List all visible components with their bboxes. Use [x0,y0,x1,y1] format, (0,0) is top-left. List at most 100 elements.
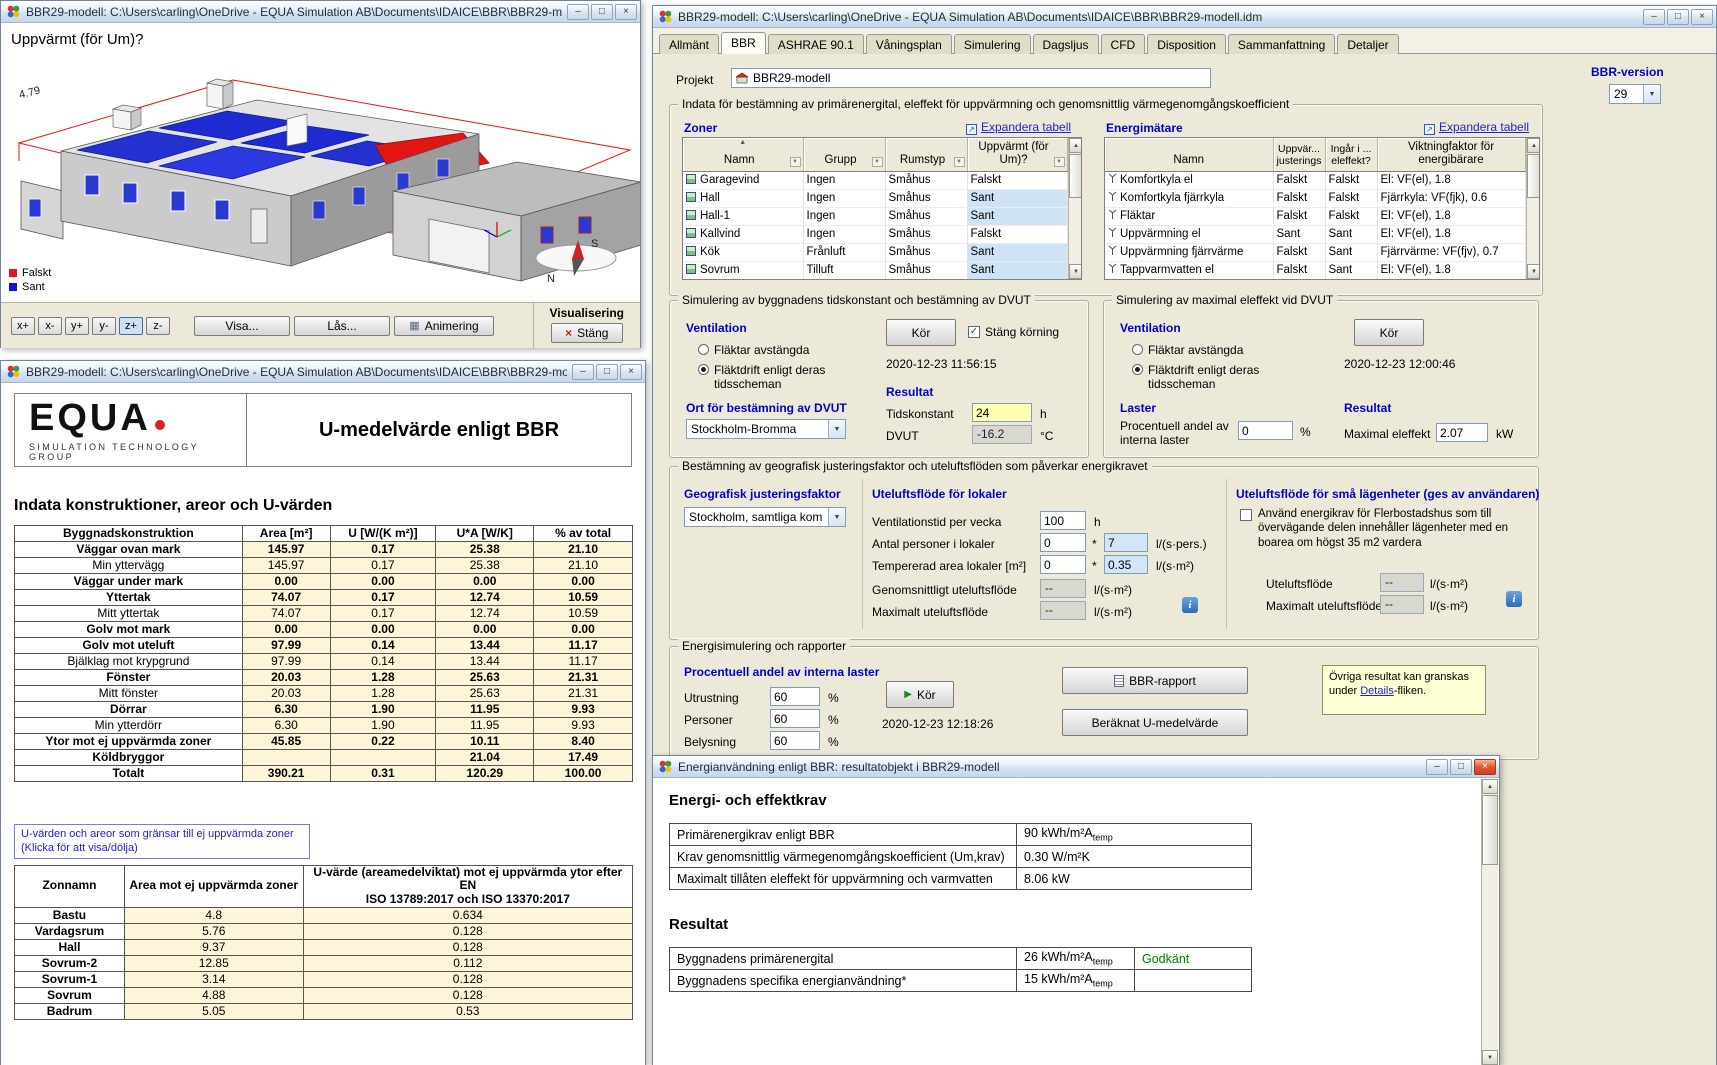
radio-flaktar-avstangda[interactable]: Fläktar avstängda [1132,343,1243,357]
projekt-field[interactable]: BBR29-modell [731,68,1211,88]
matare-col-justering[interactable]: Uppvär... justerings [1273,138,1326,172]
sma-lagenheter-checkbox[interactable]: Använd energikrav för Flerbostadshus som… [1240,507,1532,550]
personer-field[interactable] [770,709,820,728]
tab-detaljer[interactable]: Detaljer [1337,34,1399,54]
ventilationstid-field[interactable] [1040,511,1086,530]
titlebar-report[interactable]: BBR29-modell: C:\Users\carling\OneDrive … [1,361,645,383]
personer-flode-field[interactable] [1104,533,1148,552]
filter-icon[interactable]: ▼ [789,156,801,167]
stang-button[interactable]: × Stäng [550,323,623,343]
maximize-button[interactable]: □ [591,3,613,20]
matare-col-namn[interactable]: Namn [1105,138,1274,172]
zoner-expand-link[interactable]: ↗ Expandera tabell [966,120,1071,135]
tab-allm-nt[interactable]: Allmänt [659,34,720,54]
bbr-version-dropdown[interactable]: 29 ▼ [1609,84,1661,104]
model-3d-canvas[interactable]: S N Uppvärmt (för Um)? 4.79 Falskt Sant [1,23,640,303]
filter-icon[interactable]: ▼ [1053,156,1065,167]
scroll-up-icon[interactable]: ▲ [1526,138,1539,153]
tab-disposition[interactable]: Disposition [1147,34,1226,54]
info-icon[interactable]: i [1506,591,1522,607]
tab-simulering[interactable]: Simulering [953,34,1031,54]
ort-dvut-dropdown[interactable]: Stockholm-Bromma ▼ [686,419,846,439]
titlebar-energianvandning[interactable]: Energianvändning enligt BBR: resultatobj… [653,756,1499,778]
kor-eleffekt-button[interactable]: Kör [1354,319,1424,346]
minimize-button[interactable]: – [567,3,589,20]
axis-button-y-minusplus[interactable]: y+ [65,316,89,335]
zoner-col-uppvarmt[interactable]: Uppvärmt (för Um)? ▼ [967,138,1068,172]
scroll-thumb[interactable] [1482,795,1498,865]
radio-flaktdrift-tidsscheman[interactable]: Fläktdrift enligt deras tidsscheman [698,363,864,391]
zon-row[interactable]: Hall-1 Ingen Småhus Sant [683,207,1068,226]
beraknat-u-medelvarde-button[interactable]: Beräknat U-medelvärde [1062,709,1248,736]
andel-interna-laster-field[interactable] [1238,421,1293,440]
bbr-rapport-button[interactable]: BBR-rapport [1062,667,1248,694]
close-button[interactable]: × [615,3,637,20]
details-link[interactable]: Details [1360,685,1394,697]
minimize-button[interactable]: – [572,363,594,380]
energimatare-scrollbar[interactable]: ▲ ▼ [1525,138,1539,279]
scroll-down-icon[interactable]: ▼ [1482,1050,1498,1065]
utrustning-field[interactable] [770,687,820,706]
radio-flaktar-avstangda[interactable]: Fläktar avstängda [698,343,809,357]
scroll-down-icon[interactable]: ▼ [1068,264,1081,279]
zoner-col-grupp[interactable]: Grupp ▼ [803,138,886,172]
zoner-scrollbar[interactable]: ▲ ▼ [1067,138,1081,279]
tab-v-ningsplan[interactable]: Våningsplan [865,34,952,54]
zon-row[interactable]: Sovrum Tilluft Småhus Sant [683,261,1068,279]
titlebar-3d-viewer[interactable]: BBR29-modell: C:\Users\carling\OneDrive … [1,1,640,23]
minimize-button[interactable]: – [1643,8,1665,25]
radio-flaktdrift-tidsscheman[interactable]: Fläktdrift enligt deras tidsscheman [1132,363,1298,391]
axis-button-x-minusplus[interactable]: x+ [11,316,35,335]
scroll-up-icon[interactable]: ▲ [1482,779,1498,794]
zon-row[interactable]: Kök Frånluft Småhus Sant [683,243,1068,262]
scroll-up-icon[interactable]: ▲ [1068,138,1081,153]
las-button[interactable]: Lås... [294,315,390,336]
matare-row[interactable]: Fläktar Falskt Falskt El: VF(el), 1.8 [1105,207,1526,226]
scroll-down-icon[interactable]: ▼ [1526,264,1539,279]
visa-button[interactable]: Visa... [194,315,290,336]
matare-row[interactable]: Komfortkyla el Falskt Falskt El: VF(el), 1.… [1105,171,1526,190]
close-button[interactable]: × [1474,758,1496,775]
zon-row[interactable]: Garagevind Ingen Småhus Falskt [683,171,1068,190]
zon-row[interactable]: Hall Ingen Småhus Sant [683,189,1068,208]
tempererad-area-field[interactable] [1040,555,1086,574]
matare-row[interactable]: Komfortkyla fjärrkyla Falskt Falskt Fjärrky… [1105,189,1526,208]
animering-button[interactable]: ▦ Animering [394,315,494,336]
zoner-col-namn[interactable]: ▲ Namn ▼ [683,138,804,172]
scroll-thumb[interactable] [1068,154,1081,198]
tab-bbr[interactable]: BBR [721,32,766,54]
matare-col-viktning[interactable]: Viktningfaktor för energibärare [1377,138,1526,172]
area-flode-field[interactable] [1104,555,1148,574]
matare-row[interactable]: Uppvärmning el Sant Sant El: VF(el), 1.8 [1105,225,1526,244]
energimatare-expand-label[interactable]: Expandera tabell [1439,120,1529,134]
zoner-col-rumstyp[interactable]: Rumstyp ▼ [885,138,968,172]
matare-row[interactable]: Tappvarmvatten el Falskt Sant El: VF(el), 1… [1105,261,1526,279]
tidskonstant-field[interactable] [972,403,1032,422]
tab-cfd[interactable]: CFD [1100,34,1146,54]
matare-row[interactable]: Uppvärmning fjärrvärme Falskt Sant Fjärrvär… [1105,243,1526,262]
belysning-field[interactable] [770,731,820,750]
close-button[interactable]: × [620,363,642,380]
close-button[interactable]: × [1691,8,1713,25]
axis-button-y-minus[interactable]: y- [92,316,116,335]
zon-row[interactable]: Kallvind Ingen Småhus Falskt [683,225,1068,244]
kor-tidskonstant-button[interactable]: Kör [886,319,956,346]
zoner-expand-label[interactable]: Expandera tabell [981,120,1071,134]
maximize-button[interactable]: □ [1667,8,1689,25]
matare-col-eleffekt[interactable]: Ingår i ... eleffekt? [1325,138,1378,172]
axis-button-x-minus[interactable]: x- [38,316,62,335]
energy-scrollbar[interactable]: ▲ ▼ [1481,779,1498,1065]
axis-button-z-minusplus[interactable]: z+ [119,316,143,335]
kor-energisimulering-button[interactable]: ▶ Kör [886,681,954,708]
tab-ashrae-90-1[interactable]: ASHRAE 90.1 [767,34,864,54]
tab-dagsljus[interactable]: Dagsljus [1032,34,1099,54]
energimatare-expand-link[interactable]: ↗ Expandera tabell [1424,120,1529,135]
toggle-unheated-zones-note[interactable]: U-värden och areor som gränsar till ej u… [14,824,310,859]
tab-sammanfattning[interactable]: Sammanfattning [1227,34,1336,54]
maximize-button[interactable]: □ [1450,758,1472,775]
antal-personer-field[interactable] [1040,533,1086,552]
stang-korning-checkbox[interactable]: ✓ Stäng körning [968,325,1059,339]
info-icon[interactable]: i [1182,597,1198,613]
maximize-button[interactable]: □ [596,363,618,380]
minimize-button[interactable]: – [1426,758,1448,775]
